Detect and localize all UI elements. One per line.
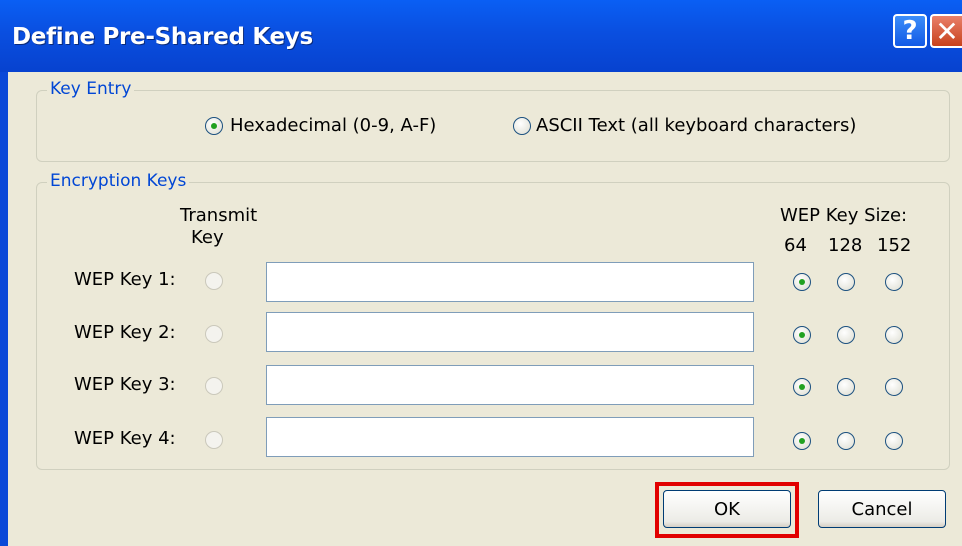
title-bar[interactable]: Define Pre-Shared Keys ? ✕	[0, 0, 962, 72]
wep-key-2-size-128-radio[interactable]	[837, 326, 855, 344]
wep-key-3-size-152-radio[interactable]	[885, 378, 903, 396]
wep-key-3-label: WEP Key 3:	[74, 374, 176, 395]
transmit-key-3-radio[interactable]	[205, 377, 223, 395]
wep-key-3-input[interactable]	[266, 365, 754, 405]
transmit-key-2-radio[interactable]	[205, 325, 223, 343]
size-64-header: 64	[784, 235, 807, 256]
ascii-text-label[interactable]: ASCII Text (all keyboard characters)	[536, 115, 856, 136]
wep-key-1-size-128-radio[interactable]	[837, 273, 855, 291]
window-title: Define Pre-Shared Keys	[12, 24, 313, 50]
key-entry-legend: Key Entry	[47, 79, 135, 99]
dialog-window: Define Pre-Shared Keys ? ✕ Key Entry Hex…	[0, 0, 962, 546]
wep-key-4-input[interactable]	[266, 417, 754, 457]
close-button[interactable]: ✕	[930, 14, 962, 48]
size-152-header: 152	[877, 235, 912, 256]
ascii-text-radio[interactable]	[513, 117, 531, 135]
wep-key-4-size-64-radio[interactable]	[793, 432, 811, 450]
wep-key-2-size-64-radio[interactable]	[793, 326, 811, 344]
transmit-key-header-line2: Key	[191, 227, 224, 248]
help-icon: ?	[902, 16, 918, 46]
cancel-button[interactable]: Cancel	[818, 490, 946, 528]
wep-key-4-size-152-radio[interactable]	[885, 432, 903, 450]
wep-key-4-size-128-radio[interactable]	[837, 432, 855, 450]
dialog-client-area: Key Entry Hexadecimal (0-9, A-F) ASCII T…	[8, 72, 962, 546]
hexadecimal-label[interactable]: Hexadecimal (0-9, A-F)	[230, 115, 436, 136]
wep-key-3-size-64-radio[interactable]	[793, 378, 811, 396]
transmit-key-header-line1: Transmit	[180, 205, 258, 226]
hexadecimal-radio[interactable]	[205, 117, 223, 135]
size-128-header: 128	[828, 235, 863, 256]
close-icon: ✕	[935, 14, 959, 48]
wep-key-1-size-64-radio[interactable]	[793, 273, 811, 291]
wep-key-1-label: WEP Key 1:	[74, 269, 176, 290]
wep-key-4-label: WEP Key 4:	[74, 428, 176, 449]
wep-key-3-size-128-radio[interactable]	[837, 378, 855, 396]
transmit-key-4-radio[interactable]	[205, 431, 223, 449]
ok-button[interactable]: OK	[663, 490, 791, 528]
wep-key-2-input[interactable]	[266, 312, 754, 352]
encryption-keys-legend: Encryption Keys	[47, 171, 190, 191]
transmit-key-1-radio[interactable]	[205, 272, 223, 290]
wep-key-2-size-152-radio[interactable]	[885, 326, 903, 344]
wep-key-2-label: WEP Key 2:	[74, 322, 176, 343]
wep-key-1-size-152-radio[interactable]	[885, 273, 903, 291]
wep-key-1-input[interactable]	[266, 262, 754, 302]
wep-key-size-header: WEP Key Size:	[780, 205, 908, 226]
help-button[interactable]: ?	[893, 14, 927, 48]
